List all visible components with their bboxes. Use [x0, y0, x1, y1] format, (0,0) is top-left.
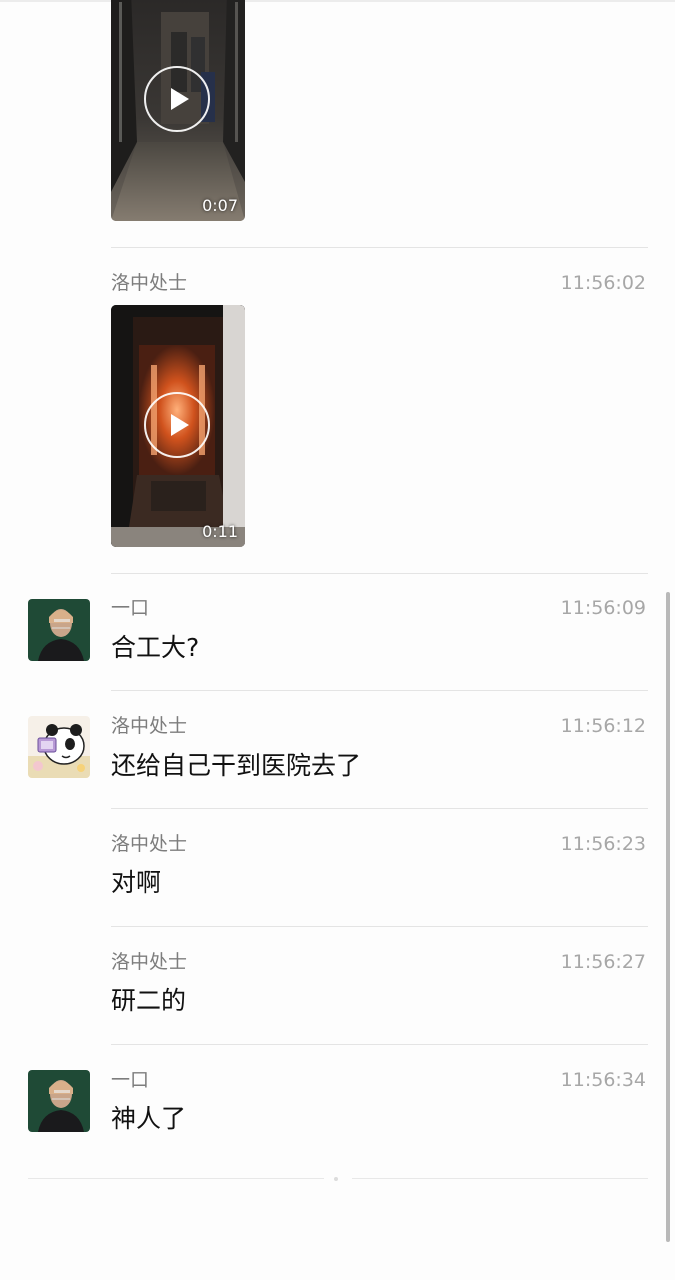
- message-time: 11:56:23: [560, 833, 646, 855]
- avatar[interactable]: [28, 599, 90, 661]
- sender-name: 洛中处士: [111, 951, 188, 973]
- avatar-green-portrait: [28, 599, 90, 661]
- play-icon: [171, 88, 189, 110]
- video-duration-1: 0:07: [202, 196, 238, 215]
- avatar-cartoon-panda: [28, 716, 90, 778]
- message-divider: [111, 573, 648, 574]
- message-text: 神人了: [111, 1104, 187, 1133]
- sender-name: 一口: [111, 597, 150, 619]
- scrollbar[interactable]: [666, 592, 670, 1242]
- message-text: 研二的: [111, 986, 187, 1015]
- message-divider: [111, 1044, 648, 1045]
- message-text: 合工大?: [111, 633, 200, 662]
- sender-name: 洛中处士: [111, 833, 188, 855]
- avatar[interactable]: [28, 1070, 90, 1132]
- play-button-1[interactable]: [144, 66, 210, 132]
- end-separator-left: [28, 1178, 324, 1179]
- top-border: [0, 0, 675, 2]
- avatar[interactable]: [28, 716, 90, 778]
- end-separator-dot: [334, 1177, 338, 1181]
- message-text: 还给自己干到医院去了: [111, 751, 362, 780]
- end-separator-right: [352, 1178, 648, 1179]
- message-divider: [111, 808, 648, 809]
- video-message-2[interactable]: 0:11: [111, 305, 245, 547]
- avatar-green-portrait: [28, 1070, 90, 1132]
- message-divider: [111, 247, 648, 248]
- play-icon: [171, 414, 189, 436]
- video-message-1[interactable]: 0:07: [111, 0, 245, 221]
- message-divider: [111, 926, 648, 927]
- sender-name: 一口: [111, 1069, 150, 1091]
- message-time: 11:56:09: [560, 597, 646, 619]
- play-button-2[interactable]: [144, 392, 210, 458]
- message-time: 11:56:02: [560, 272, 646, 294]
- message-text: 对啊: [111, 868, 162, 897]
- message-time: 11:56:34: [560, 1069, 646, 1091]
- sender-name: 洛中处士: [111, 715, 188, 737]
- message-time: 11:56:27: [560, 951, 646, 973]
- video-duration-2: 0:11: [202, 522, 238, 541]
- sender-name: 洛中处士: [111, 272, 188, 294]
- message-time: 11:56:12: [560, 715, 646, 737]
- message-divider: [111, 690, 648, 691]
